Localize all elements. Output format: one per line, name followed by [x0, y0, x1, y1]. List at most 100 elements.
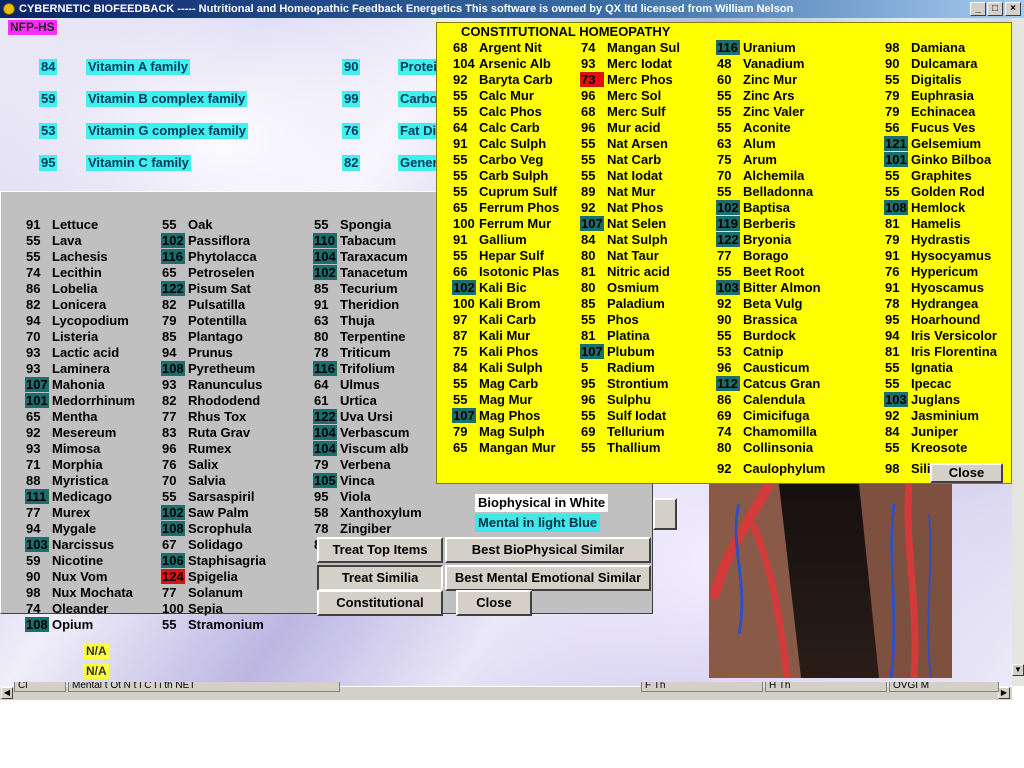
remedy-row[interactable]: 98 Damiana — [884, 40, 965, 56]
vitamin-label[interactable]: Vitamin B complex family — [86, 91, 248, 107]
remedy-row[interactable]: 77 Murex — [25, 505, 90, 521]
remedy-row[interactable]: 55 Lachesis — [25, 249, 108, 265]
remedy-row[interactable]: 102 Kali Bic — [452, 280, 527, 296]
remedy-row[interactable]: 55 Nat Iodat — [580, 168, 663, 184]
remedy-row[interactable]: 79 Hydrastis — [884, 232, 970, 248]
remedy-row[interactable]: 82 Rhododend — [161, 393, 260, 409]
remedy-row[interactable]: 68 Merc Sulf — [580, 104, 666, 120]
remedy-row[interactable]: 100 Ferrum Mur — [452, 216, 551, 232]
bottom-tab[interactable]: F Th — [641, 682, 763, 692]
remedy-row[interactable]: 95 Strontium — [580, 376, 668, 392]
remedy-row[interactable]: 65 Mentha — [25, 409, 98, 425]
partial-button[interactable] — [653, 498, 677, 530]
minimize-button[interactable]: _ — [970, 2, 986, 16]
remedy-row[interactable]: 55 Calc Mur — [452, 88, 534, 104]
remedy-row[interactable]: 86 Calendula — [716, 392, 805, 408]
constitutional-close-button[interactable]: Close — [930, 463, 1003, 483]
remedy-row[interactable]: 107 Plubum — [580, 344, 655, 360]
remedy-row[interactable]: 84 Kali Sulph — [452, 360, 543, 376]
bottom-tab[interactable]: OVGI M — [889, 682, 999, 692]
vitamin-label[interactable]: Vitamin G complex family — [86, 123, 248, 139]
remedy-row[interactable]: 79 Euphrasia — [884, 88, 974, 104]
remedy-row[interactable]: 104 Taraxacum — [313, 249, 408, 265]
remedy-row[interactable]: 64 Ulmus — [313, 377, 380, 393]
vitamin-label[interactable]: Vitamin A family — [86, 59, 190, 75]
remedy-row[interactable]: 110 Tabacum — [313, 233, 396, 249]
remedy-row[interactable]: 80 Terpentine — [313, 329, 406, 345]
remedy-row[interactable]: 74 Mangan Sul — [580, 40, 680, 56]
remedy-row[interactable]: 86 Lobelia — [25, 281, 98, 297]
treat-similia-button[interactable]: Treat Similia — [317, 565, 443, 591]
remedy-row[interactable]: 92 Baryta Carb — [452, 72, 553, 88]
nutrient-label[interactable]: Protei — [398, 59, 439, 75]
remedy-row[interactable]: 78 Hydrangea — [884, 296, 978, 312]
scroll-right-arrow[interactable]: ▶ — [998, 687, 1010, 699]
remedy-row[interactable]: 55 Beet Root — [716, 264, 804, 280]
remedy-row[interactable]: 121 Gelsemium — [884, 136, 981, 152]
remedy-row[interactable]: 91 Theridion — [313, 297, 399, 313]
remedy-row[interactable]: 77 Borago — [716, 248, 789, 264]
remedy-row[interactable]: 70 Alchemila — [716, 168, 804, 184]
remedy-row[interactable]: 82 Pulsatilla — [161, 297, 245, 313]
remedy-row[interactable]: 55 Lava — [25, 233, 82, 249]
remedy-row[interactable]: 65 Mangan Mur — [452, 440, 556, 456]
remedy-row[interactable]: 107 Mahonia — [25, 377, 105, 393]
remedy-row[interactable]: 76 Salix — [161, 457, 218, 473]
remedy-row[interactable]: 70 Listeria — [25, 329, 98, 345]
remedy-row[interactable]: 55 Nat Carb — [580, 152, 661, 168]
remedy-row[interactable]: 58 Xanthoxylum — [313, 505, 422, 521]
remedy-row[interactable]: 108 Hemlock — [884, 200, 965, 216]
remedy-row[interactable]: 67 Solidago — [161, 537, 243, 553]
remedy-row[interactable]: 100 Sepia — [161, 601, 223, 617]
remedy-row[interactable]: 80 Nat Taur — [580, 248, 659, 264]
remedy-row[interactable]: 55 Graphites — [884, 168, 972, 184]
remedy-row[interactable]: 91 Gallium — [452, 232, 527, 248]
remedy-row[interactable]: 108 Pyretheum — [161, 361, 255, 377]
remedy-row[interactable]: 107 Nat Selen — [580, 216, 666, 232]
remedy-row[interactable]: 103 Juglans — [884, 392, 960, 408]
remedy-row[interactable]: 60 Zinc Mur — [716, 72, 797, 88]
remedy-row[interactable]: 87 Kali Mur — [452, 328, 530, 344]
remedy-row[interactable]: 63 Alum — [716, 136, 776, 152]
remedy-row[interactable]: 65 Petroselen — [161, 265, 254, 281]
remedy-row[interactable]: 122 Pisum Sat — [161, 281, 251, 297]
nutrient-label[interactable]: Gener — [398, 155, 440, 171]
remedy-row[interactable]: 85 Plantago — [161, 329, 243, 345]
remedy-row[interactable]: 90 Nux Vom — [25, 569, 107, 585]
remedy-row[interactable]: 56 Fucus Ves — [884, 120, 975, 136]
remedy-row[interactable]: 108 Opium — [25, 617, 93, 633]
remedy-row[interactable]: 55 Calc Phos — [452, 104, 542, 120]
remedy-row[interactable]: 90 Brassica — [716, 312, 797, 328]
remedy-row[interactable]: 55 Golden Rod — [884, 184, 985, 200]
remedy-row[interactable]: 78 Triticum — [313, 345, 391, 361]
remedy-row[interactable]: 95 Hoarhound — [884, 312, 980, 328]
remedy-row[interactable]: 55 Digitalis — [884, 72, 962, 88]
remedy-row[interactable]: 102 Baptisa — [716, 200, 790, 216]
nutrient-label[interactable]: Carbo — [398, 91, 440, 107]
remedy-row[interactable]: 90 Dulcamara — [884, 56, 977, 72]
remedy-row[interactable]: 101 Medorrhinum — [25, 393, 135, 409]
remedy-row[interactable]: 95 Viola — [313, 489, 371, 505]
remedy-row[interactable]: 102 Saw Palm — [161, 505, 249, 521]
remedy-row[interactable]: 107 Mag Phos — [452, 408, 540, 424]
remedy-row[interactable]: 81 Hamelis — [884, 216, 961, 232]
remedy-row[interactable]: 77 Solanum — [161, 585, 243, 601]
best-biophysical-button[interactable]: Best BioPhysical Similar — [445, 537, 651, 563]
remedy-row[interactable]: 91 Hysocyamus — [884, 248, 991, 264]
vitamin-label[interactable]: Vitamin C family — [86, 155, 191, 171]
title-bar[interactable]: CYBERNETIC BIOFEEDBACK ----- Nutritional… — [0, 0, 1024, 18]
remedy-row[interactable]: 65 Ferrum Phos — [452, 200, 559, 216]
remedy-row[interactable]: 98 Nux Mochata — [25, 585, 133, 601]
remedy-row[interactable]: 122 Bryonia — [716, 232, 791, 248]
remedy-row[interactable]: 55 Carbo Veg — [452, 152, 543, 168]
remedy-row[interactable]: 80 Collinsonia — [716, 440, 813, 456]
remedy-row[interactable]: 84 Juniper — [884, 424, 958, 440]
remedy-row[interactable]: 81 Platina — [580, 328, 650, 344]
remedy-row[interactable]: 70 Salvia — [161, 473, 226, 489]
remedy-row[interactable]: 79 Echinacea — [884, 104, 975, 120]
remedy-row[interactable]: 88 Myristica — [25, 473, 108, 489]
remedy-row[interactable]: 116 Uranium — [716, 40, 796, 56]
remedy-row[interactable]: 96 Merc Sol — [580, 88, 661, 104]
remedy-row[interactable]: 100 Kali Brom — [452, 296, 540, 312]
remedy-row[interactable]: 73 Merc Phos — [580, 72, 673, 88]
